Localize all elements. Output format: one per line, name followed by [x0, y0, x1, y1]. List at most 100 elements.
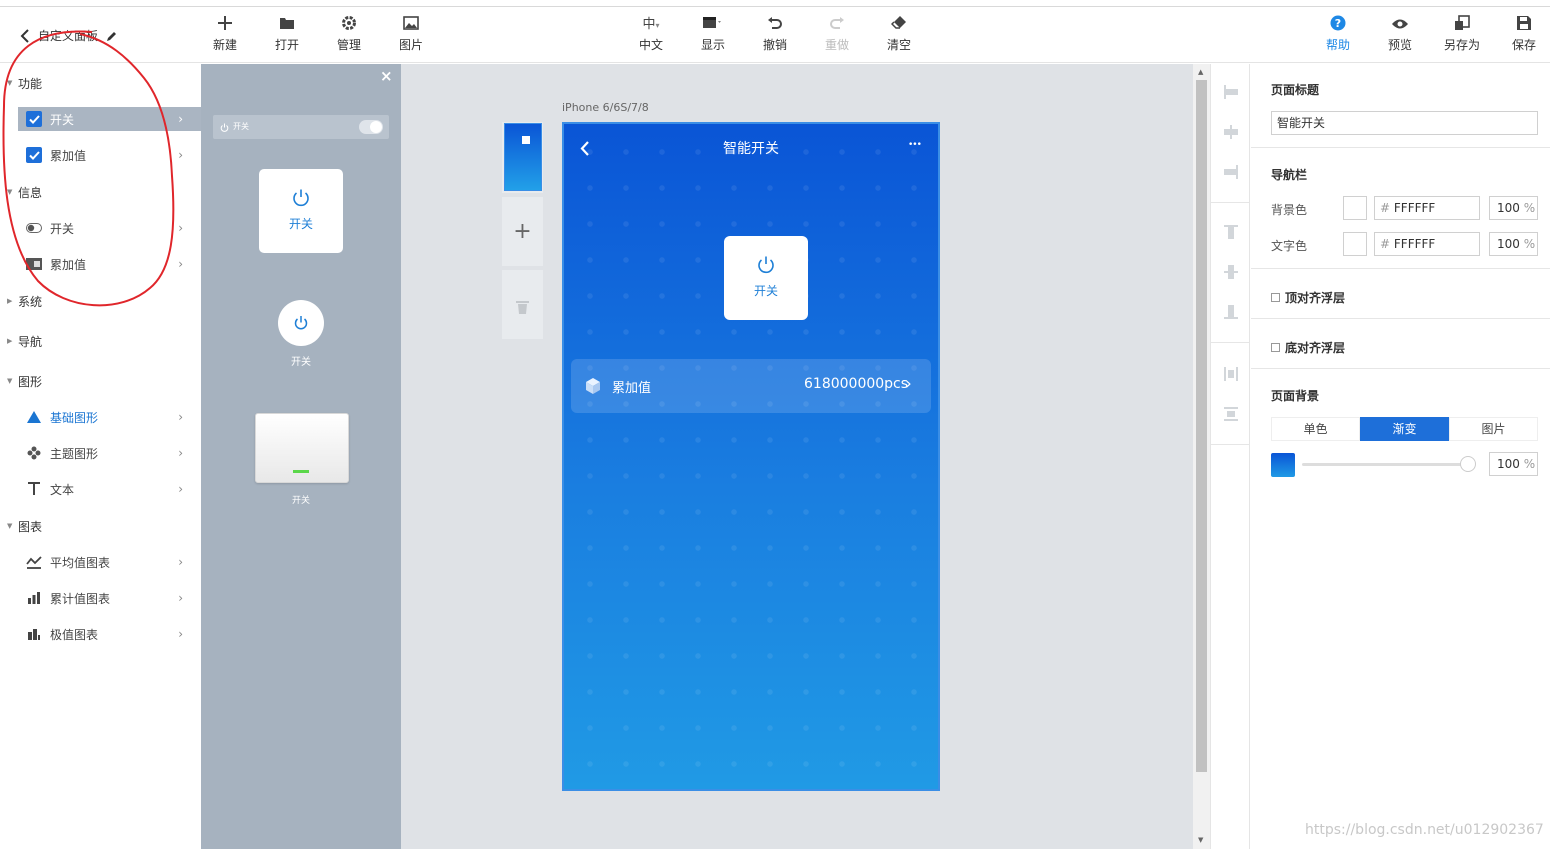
align-right-icon[interactable]: [1223, 164, 1239, 180]
save-as-button[interactable]: 另存为: [1440, 15, 1484, 53]
phone-switch-card[interactable]: 开关: [724, 236, 808, 320]
distribute-h-icon[interactable]: [1223, 366, 1239, 382]
sidebar-item-label: 基础图形: [50, 410, 99, 425]
section-chart[interactable]: ▼ 图表: [0, 508, 201, 544]
page-title-input[interactable]: 智能开关: [1271, 111, 1538, 135]
caret-down-icon: ▼: [7, 522, 13, 530]
scroll-down-icon[interactable]: ▼: [1198, 836, 1203, 844]
gradient-opacity-input[interactable]: 100 %: [1489, 452, 1538, 476]
add-page-button[interactable]: +: [502, 197, 543, 266]
bg-opacity-input[interactable]: 100 %: [1489, 196, 1538, 220]
sidebar-item-average-chart[interactable]: 平均值图表 ›: [18, 550, 201, 574]
bg-color-swatch[interactable]: [1343, 196, 1367, 220]
undo-button[interactable]: 撤销: [753, 15, 797, 53]
chevron-right-icon: ›: [178, 627, 183, 641]
divider: [1251, 318, 1550, 319]
open-label: 打开: [274, 38, 299, 52]
new-button[interactable]: 新建: [203, 15, 247, 53]
canvas-scrollbar[interactable]: ▲ ▼: [1193, 64, 1210, 849]
bg-tab-solid[interactable]: 单色: [1271, 417, 1360, 441]
chevron-right-icon: ›: [178, 446, 183, 460]
clear-button[interactable]: 清空: [877, 15, 921, 53]
sidebar-item-theme-shape[interactable]: 主题图形 ›: [18, 441, 201, 465]
widget-mini-switch[interactable]: 开关: [213, 115, 389, 139]
close-icon[interactable]: ×: [380, 67, 393, 85]
sidebar-item-basic-shape[interactable]: 基础图形 ›: [18, 405, 201, 429]
bg-color-input[interactable]: # FFFFFF: [1374, 196, 1480, 220]
triangle-icon: [25, 409, 43, 425]
percent-label: %: [1523, 237, 1536, 251]
mini-toggle: [359, 120, 383, 134]
language-label: 中文: [638, 38, 663, 52]
gradient-opacity-slider[interactable]: [1302, 463, 1467, 466]
sidebar-item-cumulative-chart[interactable]: 累计值图表 ›: [18, 586, 201, 610]
align-left-icon[interactable]: [1223, 84, 1239, 100]
new-label: 新建: [212, 38, 237, 52]
cube-icon: [586, 378, 600, 394]
widget-round-switch[interactable]: [278, 300, 324, 346]
save-as-icon: [1440, 15, 1484, 35]
page-thumbnail[interactable]: [504, 123, 542, 191]
phone-counter-row[interactable]: 累加值 618000000pcs ›: [571, 359, 931, 413]
sidebar-item-label: 累计值图表: [50, 591, 111, 606]
bg-tab-gradient[interactable]: 渐变: [1360, 417, 1449, 441]
gradient-swatch[interactable]: [1271, 453, 1295, 477]
help-button[interactable]: ? 帮助: [1316, 15, 1360, 53]
display-icon: [691, 15, 735, 35]
align-middle-icon[interactable]: [1223, 264, 1239, 280]
image-button[interactable]: 图片: [389, 15, 433, 53]
manage-button[interactable]: 管理: [327, 15, 371, 53]
text-opacity-input[interactable]: 100 %: [1489, 232, 1538, 256]
align-top-icon[interactable]: [1223, 224, 1239, 240]
distribute-v-icon[interactable]: [1223, 406, 1239, 422]
eye-icon: [1378, 15, 1422, 35]
preview-button[interactable]: 预览: [1378, 15, 1422, 53]
red-circle-annotation: [2, 30, 175, 307]
widget-card-switch[interactable]: 开关: [259, 169, 343, 253]
text-color-swatch[interactable]: [1343, 232, 1367, 256]
redo-button[interactable]: 重做: [815, 15, 859, 53]
section-navigation[interactable]: ▶ 导航: [0, 323, 201, 359]
power-icon: [758, 256, 774, 274]
more-icon[interactable]: •••: [908, 140, 922, 150]
divider: [1251, 268, 1550, 269]
text-color-input[interactable]: # FFFFFF: [1374, 232, 1480, 256]
checkbox[interactable]: [1271, 293, 1280, 302]
open-button[interactable]: 打开: [265, 15, 309, 53]
slider-handle[interactable]: [1460, 456, 1476, 472]
sidebar-item-extreme-chart[interactable]: 极值图表 ›: [18, 622, 201, 646]
round-switch-label: 开关: [291, 357, 311, 368]
divider: [1251, 368, 1550, 369]
display-button[interactable]: 显示: [691, 15, 735, 53]
scroll-up-icon[interactable]: ▲: [1198, 68, 1203, 76]
widget-wall-switch[interactable]: [255, 413, 349, 483]
text-color-value: FFFFFF: [1393, 237, 1436, 251]
page-title-label: 页面标题: [1271, 83, 1320, 97]
navbar-label: 导航栏: [1271, 168, 1308, 182]
sidebar-item-text[interactable]: 文本 ›: [18, 477, 201, 501]
save-as-label: 另存为: [1443, 38, 1480, 52]
card-switch-label: 开关: [288, 217, 313, 231]
thumb-switch: [522, 136, 530, 144]
bottom-float-checkbox[interactable]: 底对齐浮层: [1271, 339, 1345, 356]
align-center-h-icon[interactable]: [1223, 124, 1239, 140]
chevron-right-icon: ›: [178, 482, 183, 496]
language-button[interactable]: 中▾ 中文: [629, 15, 673, 53]
caret-right-icon: ▶: [7, 337, 13, 345]
top-float-checkbox[interactable]: 顶对齐浮层: [1271, 289, 1345, 306]
bg-color-value: FFFFFF: [1393, 201, 1436, 215]
save-button[interactable]: 保存: [1502, 15, 1546, 53]
checkbox[interactable]: [1271, 343, 1280, 352]
trash-icon: [516, 301, 529, 314]
section-shape[interactable]: ▼ 图形: [0, 363, 201, 399]
section-navigation-label: 导航: [18, 334, 43, 349]
sidebar-item-label: 主题图形: [50, 446, 99, 461]
bg-tab-image[interactable]: 图片: [1449, 417, 1538, 441]
undo-label: 撤销: [762, 38, 787, 52]
align-bottom-icon[interactable]: [1223, 304, 1239, 320]
image-icon: [389, 15, 433, 35]
percent-label: %: [1523, 457, 1536, 471]
caret-down-icon: ▼: [7, 377, 13, 385]
scrollbar-thumb[interactable]: [1196, 80, 1207, 772]
delete-page-button[interactable]: [502, 270, 543, 339]
